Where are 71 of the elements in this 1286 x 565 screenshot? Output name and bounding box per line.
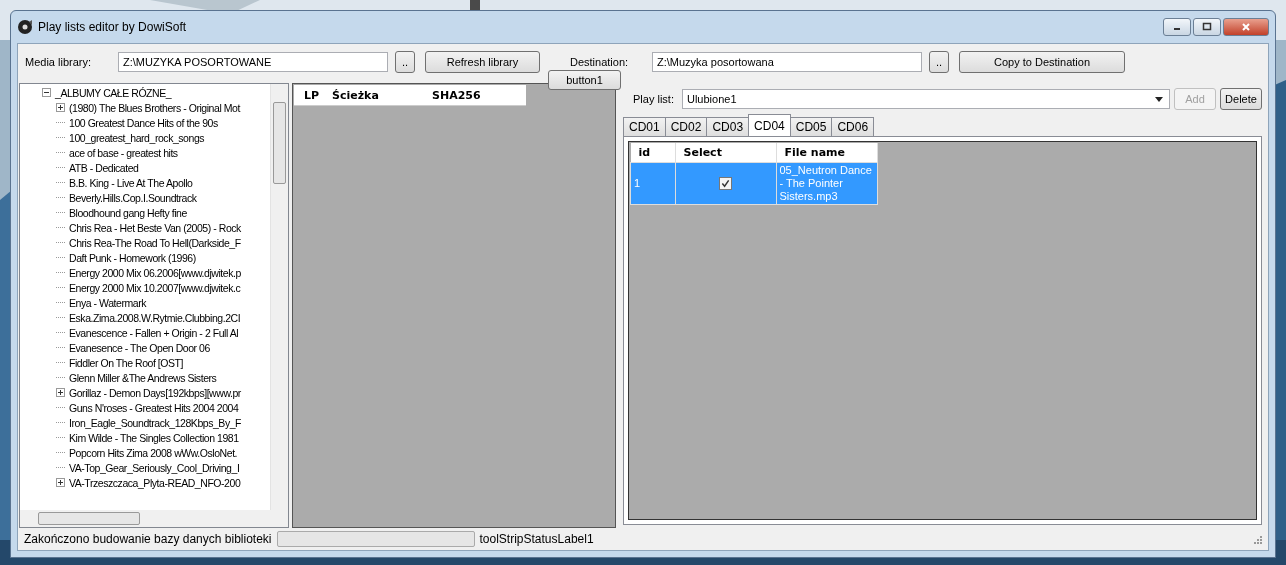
column-header[interactable]: Select bbox=[675, 143, 776, 163]
tab[interactable]: CD03 bbox=[706, 117, 750, 136]
vinyl-record-icon bbox=[17, 19, 33, 35]
media-library-label: Media library: bbox=[25, 56, 93, 68]
maximize-icon bbox=[1202, 22, 1212, 32]
tree-item[interactable]: Chris Rea-The Road To Hell(Darkside_F bbox=[69, 236, 241, 249]
maximize-button[interactable] bbox=[1193, 18, 1221, 36]
tree-item[interactable]: VA-Top_Gear_Seriously_Cool_Driving_I bbox=[69, 461, 240, 474]
table-cell: 1 bbox=[630, 162, 675, 205]
close-button[interactable] bbox=[1223, 18, 1269, 36]
tree-item[interactable]: Eska.Zima.2008.W.Rytmie.Clubbing.2CI bbox=[69, 311, 241, 324]
tab[interactable]: CD01 bbox=[623, 117, 666, 136]
tree-item[interactable]: 100_greatest_hard_rock_songs bbox=[69, 131, 205, 144]
tree-item[interactable]: Bloodhound gang Hefty fine bbox=[69, 206, 187, 219]
tab[interactable]: CD05 bbox=[789, 117, 833, 136]
table-cell: 05_Neutron Dance - The Pointer Sisters.mp3 bbox=[776, 162, 877, 205]
tree-item[interactable]: Guns N'roses - Greatest Hits 2004 2004 bbox=[69, 401, 239, 414]
tab[interactable]: CD04 bbox=[748, 114, 791, 136]
destination-field[interactable]: Z:\Muzyka posortowana bbox=[652, 52, 922, 72]
tree-item[interactable]: (1980) The Blues Brothers - Original Mot bbox=[69, 101, 240, 114]
tree-item[interactable]: Chris Rea - Het Beste Van (2005) - Rock bbox=[69, 221, 241, 234]
button1[interactable]: button1 bbox=[548, 70, 621, 90]
tree-item[interactable]: 100 Greatest Dance Hits of the 90s bbox=[69, 116, 218, 129]
status-label: toolStripStatusLabel1 bbox=[479, 532, 594, 546]
tree-item[interactable]: Energy 2000 Mix 10.2007[www.djwitek.c bbox=[69, 281, 241, 294]
tree-item[interactable]: Glenn Miller &The Andrews Sisters bbox=[69, 371, 217, 384]
tree-item[interactable]: Kim Wilde - The Singles Collection 1981 bbox=[69, 431, 239, 444]
window-title: Play lists editor by DowiSoft bbox=[38, 20, 187, 34]
status-message: Zakończono budowanie bazy danych biblioteki bbox=[24, 532, 272, 546]
expand-icon[interactable] bbox=[56, 478, 65, 487]
refresh-library-button[interactable]: Refresh library bbox=[425, 51, 540, 73]
tab[interactable]: CD06 bbox=[831, 117, 875, 136]
tree-item[interactable]: ATB - Dedicated bbox=[69, 161, 139, 174]
tree-item[interactable]: Daft Punk - Homework (1996) bbox=[69, 251, 196, 264]
minimize-button[interactable] bbox=[1163, 18, 1191, 36]
column-header[interactable]: id bbox=[630, 143, 675, 163]
tree-item[interactable]: Gorillaz - Demon Days[192kbps][www.pr bbox=[69, 386, 241, 399]
expand-icon[interactable] bbox=[56, 103, 65, 112]
browse-button[interactable]: .. bbox=[929, 51, 949, 73]
tree-item[interactable]: Popcorn Hits Zima 2008 wWw.OsloNet. bbox=[69, 446, 238, 459]
delete-button[interactable]: Delete bbox=[1220, 88, 1262, 110]
caret-icon bbox=[1155, 96, 1163, 102]
tree-item[interactable]: Enya - Watermark bbox=[69, 296, 146, 309]
resize-grip-icon[interactable] bbox=[1252, 534, 1262, 544]
tree-item[interactable]: Energy 2000 Mix 06.2006[www.djwitek.p bbox=[69, 266, 241, 279]
media-library-field[interactable]: Z:\MUZYKA POSORTOWANE bbox=[118, 52, 388, 72]
tree-item[interactable]: _ALBUMY CAŁE RÓZNE_ bbox=[55, 86, 172, 99]
tree-item[interactable]: Fiddler On The Roof [OST] bbox=[69, 356, 184, 369]
copy-to-destination-button[interactable]: Copy to Destination bbox=[959, 51, 1125, 73]
tree-item[interactable]: Evanescence - Fallen + Origin - 2 Full Al bbox=[69, 326, 239, 339]
column-header[interactable]: File name bbox=[776, 143, 877, 163]
play-list-label: Play list: bbox=[633, 93, 674, 105]
tree-item[interactable]: Evanesence - The Open Door 06 bbox=[69, 341, 210, 354]
column-header[interactable]: SHA256 bbox=[422, 88, 512, 102]
horizontal-scrollbar[interactable] bbox=[20, 510, 288, 527]
tree-item[interactable]: B.B. King - Live At The Apollo bbox=[69, 176, 193, 189]
browse-button[interactable]: .. bbox=[395, 51, 415, 73]
tree-item[interactable]: Iron_Eagle_Soundtrack_128Kbps_By_F bbox=[69, 416, 242, 429]
close-icon bbox=[1241, 22, 1251, 32]
collapse-icon[interactable] bbox=[42, 88, 51, 97]
expand-icon[interactable] bbox=[56, 388, 65, 397]
vertical-scrollbar[interactable] bbox=[270, 84, 288, 510]
tree-item[interactable]: VA-Trzeszczaca_Plyta-READ_NFO-200 bbox=[69, 476, 241, 489]
tree-item[interactable]: Beverly.Hills.Cop.I.Soundtrack bbox=[69, 191, 197, 204]
column-header[interactable]: Ścieżka bbox=[322, 88, 422, 102]
column-header[interactable]: LP bbox=[294, 88, 322, 102]
checkbox[interactable] bbox=[719, 177, 732, 191]
tab[interactable]: CD02 bbox=[664, 117, 708, 136]
play-list-dropdown[interactable]: Ulubione1 bbox=[681, 89, 1170, 109]
tree-item[interactable]: ace of base - greatest hits bbox=[69, 146, 178, 159]
destination-label: Destination: bbox=[570, 56, 629, 68]
